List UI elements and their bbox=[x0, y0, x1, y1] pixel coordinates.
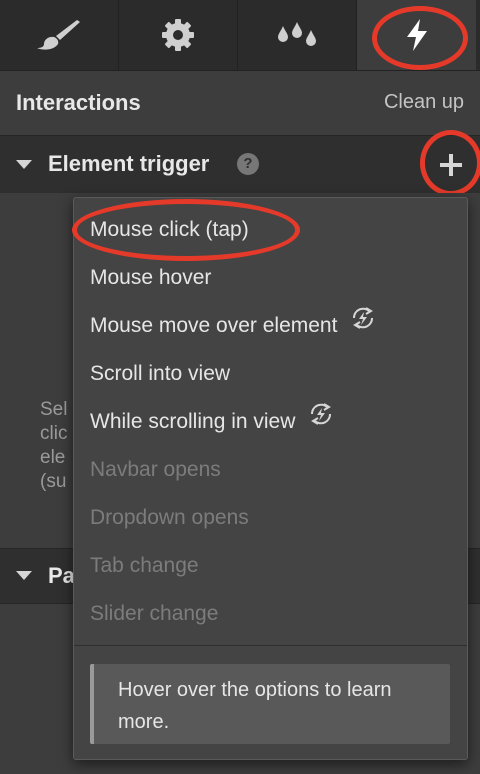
menu-item-label: Tab change bbox=[90, 554, 199, 577]
section-title: Pa bbox=[48, 563, 75, 588]
help-icon[interactable]: ? bbox=[237, 153, 259, 175]
trigger-menu: Mouse click (tap) Mouse hover Mouse move… bbox=[73, 197, 468, 760]
continuous-trigger-icon bbox=[349, 302, 377, 350]
menu-item-label: While scrolling in view bbox=[90, 410, 296, 433]
panel-tab-bar bbox=[0, 0, 480, 71]
menu-divider bbox=[74, 645, 467, 646]
menu-item-tab-change: Tab change bbox=[90, 542, 199, 590]
menu-item-navbar-opens: Navbar opens bbox=[90, 446, 221, 494]
menu-item-mouse-hover[interactable]: Mouse hover bbox=[90, 254, 211, 302]
continuous-trigger-icon bbox=[307, 398, 335, 446]
menu-item-label: Dropdown opens bbox=[90, 506, 249, 529]
menu-item-label: Slider change bbox=[90, 602, 219, 625]
brush-icon bbox=[36, 20, 82, 50]
menu-item-label: Scroll into view bbox=[90, 362, 231, 385]
plus-icon bbox=[433, 154, 469, 187]
tab-interactions[interactable] bbox=[357, 0, 476, 70]
collapse-caret-icon[interactable] bbox=[16, 571, 32, 580]
menu-item-dropdown-opens: Dropdown opens bbox=[90, 494, 249, 542]
menu-item-while-scrolling[interactable]: While scrolling in view bbox=[90, 398, 335, 446]
drops-icon bbox=[277, 22, 317, 48]
menu-item-label: Mouse move over element bbox=[90, 314, 338, 337]
menu-item-mouse-move[interactable]: Mouse move over element bbox=[90, 302, 377, 350]
add-trigger-button[interactable] bbox=[433, 147, 469, 183]
menu-item-scroll-into-view[interactable]: Scroll into view bbox=[90, 350, 230, 398]
tab-style-manager[interactable] bbox=[238, 0, 357, 70]
menu-item-label: Mouse click (tap) bbox=[90, 218, 249, 241]
panel-title: Interactions bbox=[16, 90, 141, 115]
menu-item-label: Navbar opens bbox=[90, 458, 221, 481]
menu-item-mouse-click[interactable]: Mouse click (tap) bbox=[90, 206, 249, 254]
menu-hint: Hover over the options to learn more. bbox=[90, 664, 450, 744]
section-title: Element trigger bbox=[48, 151, 210, 176]
menu-item-slider-change: Slider change bbox=[90, 590, 218, 638]
menu-item-label: Mouse hover bbox=[90, 266, 212, 289]
gear-icon bbox=[161, 18, 195, 52]
tab-settings[interactable] bbox=[119, 0, 238, 70]
clean-up-button[interactable]: Clean up bbox=[384, 91, 464, 114]
collapse-caret-icon[interactable] bbox=[16, 160, 32, 169]
interactions-header: Interactions Clean up bbox=[0, 71, 480, 134]
lightning-icon bbox=[405, 19, 429, 51]
tab-style[interactable] bbox=[0, 0, 119, 70]
element-trigger-section-header[interactable]: Element trigger ? bbox=[0, 135, 480, 194]
